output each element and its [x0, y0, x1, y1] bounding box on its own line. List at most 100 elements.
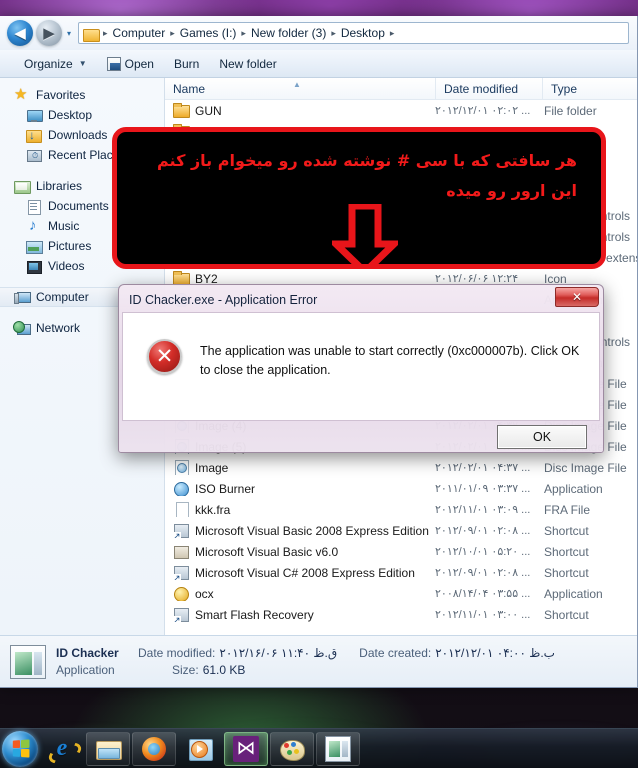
file-name-label: Microsoft Visual C# 2008 Express Edition [195, 565, 415, 580]
details-date-created-value: ۲۰۱۲/۱۲/۰۱ ب.ظ ۰۴:۰۰ [435, 645, 555, 660]
paint-icon [279, 736, 305, 762]
table-row[interactable]: GUN ۲۰۱۲/۱۲/۰۱ ۰۲:۰۲ ... File folder [165, 100, 637, 121]
file-name-label: Smart Flash Recovery [195, 607, 314, 622]
file-type-cell: Application [544, 481, 603, 496]
libraries-icon [14, 179, 31, 194]
column-header-name[interactable]: Name ▲ [165, 78, 435, 99]
sidebar-label-documents: Documents [48, 199, 109, 213]
ok-button[interactable]: OK [497, 425, 587, 449]
sort-ascending-icon: ▲ [293, 80, 301, 89]
details-date-modified-value: ۲۰۱۲/۱۶/۰۶ ق.ظ ۱۱:۴۰ [219, 645, 338, 660]
back-button[interactable]: ◀ [7, 20, 33, 46]
documents-icon [26, 199, 42, 215]
sidebar-item-desktop[interactable]: Desktop [0, 105, 164, 125]
file-date-cell: ۲۰۱۲/۰۲/۰۱ ۰۴:۳۷ ... [435, 462, 531, 474]
burn-button[interactable]: Burn [164, 54, 209, 74]
application-error-dialog: ID Chacker.exe - Application Error ✕ ✕ T… [118, 284, 604, 453]
forward-button[interactable]: ▶ [36, 20, 62, 46]
taskbar-item-id-chacker[interactable] [316, 731, 360, 766]
file-type-cell: FRA File [544, 502, 591, 517]
details-text: ID Chacker Date modified: ۲۰۱۲/۱۶/۰۶ ق.ظ… [56, 645, 555, 679]
file-date-cell: ۲۰۱۲/۱۱/۰۱ ۰۳:۰۰ ... [435, 609, 531, 621]
table-row[interactable]: Microsoft Visual Basic v6.0 ۲۰۱۲/۱۰/۰۱ ۰۵… [165, 541, 637, 562]
details-date-modified-label: Date modified: [138, 645, 216, 660]
file-name-label: Image [195, 460, 229, 475]
firefox-icon [141, 736, 167, 762]
taskbar-item-paint[interactable] [270, 731, 314, 766]
annotation-text: هر سافتی که با سی # نوشته شده رو میخوام … [156, 151, 577, 200]
close-icon[interactable]: ✕ [555, 287, 599, 307]
breadcrumb-item-games[interactable]: Games (I:) [178, 25, 239, 41]
file-name-label: GUN [195, 103, 222, 118]
breadcrumb-separator-4: ▸ [389, 27, 395, 38]
breadcrumb-separator-3: ▸ [331, 27, 336, 38]
recent-pages-dropdown[interactable]: ▾ [62, 20, 76, 46]
column-headers: Name ▲ Date modified Type [165, 78, 637, 100]
downloads-icon [26, 128, 42, 143]
ocx-app-icon [173, 586, 189, 601]
windows-logo-icon [12, 739, 29, 758]
taskbar [0, 728, 638, 768]
breadcrumb-separator-2: ▸ [241, 27, 246, 38]
organize-label: Organize [24, 56, 73, 71]
column-header-date-modified[interactable]: Date modified [435, 78, 542, 99]
file-date-cell: ۲۰۱۲/۰۹/۰۱ ۰۲:۰۸ ... [435, 525, 531, 537]
dialog-body: ✕ The application was unable to start co… [122, 312, 600, 421]
table-row[interactable]: Image ۲۰۱۲/۰۲/۰۱ ۰۴:۳۷ ... Disc Image File [165, 457, 637, 478]
taskbar-item-visual-studio[interactable] [224, 731, 268, 766]
column-header-date-label: Date modified [444, 81, 519, 96]
file-type-cell: Disc Image File [544, 460, 627, 475]
table-row[interactable]: Microsoft Visual C# 2008 Express Edition… [165, 562, 637, 583]
down-arrow-icon [332, 204, 398, 264]
organize-button[interactable]: Organize ▼ [14, 54, 97, 74]
dialog-footer: OK [122, 421, 600, 453]
details-size-label: Size: [172, 662, 199, 677]
column-header-type[interactable]: Type [542, 78, 637, 99]
file-date-cell: ۲۰۱۲/۰۹/۰۱ ۰۲:۰۸ ... [435, 567, 531, 579]
sidebar-item-favorites[interactable]: Favorites [0, 85, 164, 105]
file-type-cell: Shortcut [544, 607, 589, 622]
breadcrumb-item-computer[interactable]: Computer [111, 25, 168, 41]
taskbar-item-internet-explorer[interactable] [40, 732, 84, 766]
taskbar-item-windows-media-player[interactable] [178, 732, 222, 766]
column-header-name-label: Name [173, 81, 206, 96]
open-button[interactable]: Open [97, 54, 164, 74]
table-row[interactable]: ISO Burner ۲۰۱۱/۰۱/۰۹ ۰۳:۳۷ ... Applicatio… [165, 478, 637, 499]
pictures-icon [26, 239, 43, 254]
music-icon [26, 217, 42, 234]
table-row[interactable]: Smart Flash Recovery ۲۰۱۲/۱۱/۰۱ ۰۳:۰۰ ...… [165, 604, 637, 625]
forward-arrow-icon: ▶ [43, 24, 55, 42]
new-folder-label: New folder [219, 56, 277, 71]
id-chacker-icon [325, 735, 351, 762]
taskbar-item-windows-explorer[interactable] [86, 731, 130, 766]
table-row[interactable]: kkk.fra ۲۰۱۲/۱۱/۰۱ ۰۳:۰۹ ... FRA File [165, 499, 637, 520]
new-folder-button[interactable]: New folder [209, 54, 286, 74]
dialog-title-bar[interactable]: ID Chacker.exe - Application Error ✕ [122, 287, 600, 312]
file-name-cell: Microsoft Visual Basic v6.0 [165, 544, 435, 559]
sidebar-label-network: Network [36, 321, 81, 335]
back-arrow-icon: ◀ [14, 24, 26, 42]
shortcut-icon [173, 607, 189, 622]
sidebar-label-downloads: Downloads [48, 128, 108, 142]
table-row[interactable]: ocx ۲۰۰۸/۱۴/۰۴ ۰۳:۵۵ ... Application [165, 583, 637, 604]
folder-icon [83, 27, 100, 42]
taskbar-item-firefox[interactable] [132, 731, 176, 766]
burn-label: Burn [173, 56, 200, 71]
file-type-cell: Shortcut [544, 565, 589, 580]
file-type-cell: Shortcut [544, 523, 589, 538]
start-button[interactable] [2, 730, 38, 767]
breadcrumb-item-new-folder-3[interactable]: New folder (3) [249, 25, 328, 41]
computer-icon [14, 290, 31, 305]
file-date-cell: ۲۰۱۲/۱۱/۰۱ ۰۳:۰۹ ... [435, 504, 531, 516]
network-icon [13, 320, 31, 336]
annotation-callout: هر سافتی که با سی # نوشته شده رو میخوام … [112, 127, 606, 269]
breadcrumb[interactable]: ▸ Computer ▸ Games (I:) ▸ New folder (3)… [78, 22, 629, 44]
sidebar-label-videos: Videos [48, 259, 85, 273]
table-row[interactable]: Microsoft Visual Basic 2008 Express Edit… [165, 520, 637, 541]
file-name-cell: ocx [165, 586, 435, 601]
breadcrumb-item-desktop[interactable]: Desktop [339, 25, 387, 41]
file-name-label: Microsoft Visual Basic v6.0 [195, 544, 339, 559]
sidebar-label-favorites: Favorites [36, 88, 86, 102]
file-date-cell: ۲۰۰۸/۱۴/۰۴ ۰۳:۵۵ ... [435, 588, 531, 600]
address-bar: ◀ ▶ ▾ ▸ Computer ▸ Games (I:) ▸ New fold… [0, 16, 637, 50]
